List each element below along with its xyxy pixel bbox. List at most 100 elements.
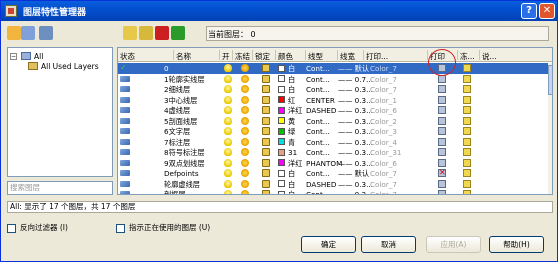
layer-name[interactable]: 7标注层 xyxy=(164,138,190,147)
layer-name[interactable]: 2细线层 xyxy=(164,85,190,94)
color-name[interactable]: 白 xyxy=(288,180,295,189)
show-in-use-checkbox[interactable] xyxy=(116,223,125,233)
layer-row[interactable]: 1轮廓实线层 白 Cont... —— 0.7... Color_7 xyxy=(118,74,548,85)
layer-status-icon[interactable] xyxy=(120,191,130,194)
thaw-sun-icon[interactable] xyxy=(241,179,249,188)
help-button[interactable]: 帮助(H) xyxy=(489,236,544,253)
color-name[interactable]: 白 xyxy=(288,85,295,94)
layer-status-icon[interactable] xyxy=(120,96,130,103)
on-bulb-icon[interactable] xyxy=(224,179,232,188)
ok-button[interactable]: 确定 xyxy=(301,236,356,253)
column-header-vp-freeze[interactable]: 冻... xyxy=(460,51,475,62)
color-name[interactable]: 绿 xyxy=(288,127,295,136)
layer-name[interactable]: 1轮廓实线层 xyxy=(164,75,205,84)
layer-row[interactable]: Defpoints 白 Cont... —— 默认 Color_7 xyxy=(118,168,548,179)
unlock-icon[interactable] xyxy=(262,85,270,93)
color-name[interactable]: 白 xyxy=(288,75,295,84)
lineweight[interactable]: —— 0.3... xyxy=(338,148,373,157)
on-bulb-icon[interactable] xyxy=(224,137,232,146)
printer-icon[interactable] xyxy=(438,158,446,167)
layer-status-icon[interactable] xyxy=(120,117,130,124)
linetype[interactable]: DASHED xyxy=(306,180,336,189)
column-header-lineweight[interactable]: 线宽 xyxy=(340,51,355,62)
unlock-icon[interactable] xyxy=(262,169,270,177)
search-layers-input[interactable]: 搜索图层 xyxy=(7,181,113,195)
vp-freeze-icon[interactable] xyxy=(463,148,471,156)
layer-row[interactable]: 7标注层 青 Cont... —— 0.3... Color_4 xyxy=(118,137,548,148)
lineweight[interactable]: —— 0.7... xyxy=(338,75,373,84)
thaw-sun-icon[interactable] xyxy=(241,95,249,104)
thaw-sun-icon[interactable] xyxy=(241,190,249,194)
linetype[interactable]: DASHED xyxy=(306,106,336,115)
color-name[interactable]: 洋红 xyxy=(288,106,302,115)
set-current-icon[interactable] xyxy=(171,26,185,40)
color-swatch-icon[interactable] xyxy=(278,75,285,82)
lineweight[interactable]: —— 默认 xyxy=(338,169,369,178)
new-layer-icon[interactable] xyxy=(123,26,137,40)
color-swatch-icon[interactable] xyxy=(278,106,285,114)
column-separator[interactable] xyxy=(479,50,480,60)
linetype[interactable]: Cont... xyxy=(306,117,330,126)
layer-name[interactable]: 8符号标注层 xyxy=(164,148,205,157)
layer-name[interactable]: 剖框层 xyxy=(164,190,186,194)
printer-icon[interactable] xyxy=(438,95,446,104)
vp-freeze-icon[interactable] xyxy=(463,127,471,135)
unlock-icon[interactable] xyxy=(262,64,270,72)
layer-status-icon[interactable] xyxy=(120,180,130,187)
layer-name[interactable]: 轮廓虚线层 xyxy=(164,180,200,189)
vp-freeze-icon[interactable] xyxy=(463,179,471,188)
column-header-on[interactable]: 开 xyxy=(222,51,230,62)
color-name[interactable]: 黄 xyxy=(288,117,295,126)
printer-icon[interactable] xyxy=(438,106,446,114)
column-header-lock[interactable]: 锁定 xyxy=(255,51,270,62)
layer-row[interactable]: 轮廓虚线层 白 DASHED —— 0.3... Color_7 xyxy=(118,179,548,190)
column-header-freeze[interactable]: 冻结 xyxy=(235,51,250,62)
column-separator[interactable] xyxy=(173,50,174,60)
vp-freeze-icon[interactable] xyxy=(463,106,471,114)
on-bulb-icon[interactable] xyxy=(224,158,232,167)
unlock-icon[interactable] xyxy=(262,116,270,125)
layer-status-icon[interactable] xyxy=(120,107,130,113)
layer-row[interactable]: 9双点划线层 洋红 PHANTOM —— 0.3... Color_6 xyxy=(118,158,548,169)
layer-name[interactable]: 6文字层 xyxy=(164,127,190,136)
layer-name[interactable]: 0 xyxy=(164,64,169,73)
printer-icon[interactable] xyxy=(438,116,446,125)
linetype[interactable]: Cont... xyxy=(306,138,330,147)
column-header-status[interactable]: 状态 xyxy=(120,51,135,62)
vp-freeze-icon[interactable] xyxy=(463,137,471,146)
color-swatch-icon[interactable] xyxy=(278,169,285,177)
layer-status-icon[interactable] xyxy=(120,170,130,176)
group-filter-icon[interactable] xyxy=(21,26,35,40)
printer-icon[interactable] xyxy=(438,85,446,93)
column-separator[interactable] xyxy=(232,50,233,60)
linetype[interactable]: Cont... xyxy=(306,64,330,73)
unlock-icon[interactable] xyxy=(262,95,270,104)
column-separator[interactable] xyxy=(305,50,306,60)
help-title-button[interactable]: ? xyxy=(521,3,537,19)
linetype[interactable]: PHANTOM xyxy=(306,159,342,168)
color-name[interactable]: 红 xyxy=(288,96,295,105)
layer-name[interactable]: 9双点划线层 xyxy=(164,159,205,168)
column-header-name[interactable]: 名称 xyxy=(176,51,191,62)
vp-freeze-icon[interactable] xyxy=(463,64,471,72)
unlock-icon[interactable] xyxy=(262,106,270,114)
collapse-toggle-icon[interactable]: − xyxy=(10,53,17,60)
linetype[interactable]: Cont... xyxy=(306,148,330,157)
color-swatch-icon[interactable] xyxy=(278,180,285,187)
unlock-icon[interactable] xyxy=(262,74,270,83)
color-swatch-icon[interactable] xyxy=(278,64,285,72)
color-swatch-icon[interactable] xyxy=(278,148,285,156)
thaw-sun-icon[interactable] xyxy=(241,74,249,83)
unlock-icon[interactable] xyxy=(262,190,270,194)
thaw-sun-icon[interactable] xyxy=(241,106,249,114)
current-layer-check-icon[interactable]: ✓ xyxy=(120,63,130,72)
color-name[interactable]: 白 xyxy=(288,190,295,194)
unlock-icon[interactable] xyxy=(262,148,270,156)
layer-row[interactable]: 6文字层 绿 Cont... —— 0.3... Color_3 xyxy=(118,126,548,137)
lineweight[interactable]: —— 0.3... xyxy=(338,127,373,136)
column-header-description[interactable]: 说... xyxy=(482,51,497,62)
unlock-icon[interactable] xyxy=(262,158,270,167)
lineweight[interactable]: —— 0.3... xyxy=(338,159,373,168)
column-separator[interactable] xyxy=(457,50,458,60)
lineweight[interactable]: —— 0.3... xyxy=(338,180,373,189)
